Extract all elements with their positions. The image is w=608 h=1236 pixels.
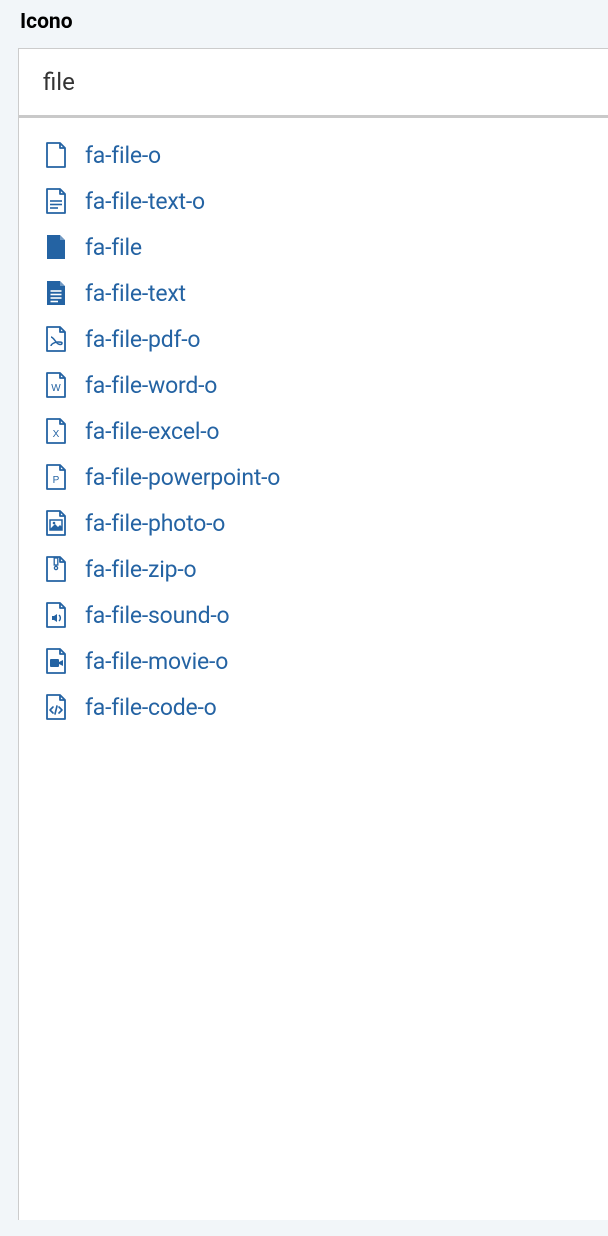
icon-option-file-pdf-o[interactable]: fa-file-pdf-o: [41, 316, 608, 362]
file-excel-o-icon: X: [41, 417, 71, 445]
icon-option-label: fa-file-code-o: [85, 694, 217, 721]
search-row: [19, 49, 608, 118]
icon-option-file-sound-o[interactable]: fa-file-sound-o: [41, 592, 608, 638]
svg-text:W: W: [51, 383, 61, 394]
column-header: Icono: [0, 0, 608, 48]
icon-option-label: fa-file-word-o: [85, 372, 217, 399]
icon-option-file[interactable]: fa-file: [41, 224, 608, 270]
icon-option-file-code-o[interactable]: fa-file-code-o: [41, 684, 608, 730]
icon-option-label: fa-file-powerpoint-o: [85, 464, 280, 491]
file-o-icon: [41, 141, 71, 169]
svg-text:P: P: [53, 475, 60, 486]
icon-option-label: fa-file-movie-o: [85, 648, 228, 675]
icon-option-file-text[interactable]: fa-file-text: [41, 270, 608, 316]
icon-option-label: fa-file-text: [85, 280, 186, 307]
icon-option-file-movie-o[interactable]: fa-file-movie-o: [41, 638, 608, 684]
icon-option-file-photo-o[interactable]: fa-file-photo-o: [41, 500, 608, 546]
svg-text:X: X: [53, 429, 60, 440]
icon-option-file-excel-o[interactable]: Xfa-file-excel-o: [41, 408, 608, 454]
icon-picker-panel: fa-file-o fa-file-text-o fa-file fa-file-te…: [18, 48, 608, 1220]
icon-option-file-word-o[interactable]: Wfa-file-word-o: [41, 362, 608, 408]
file-movie-o-icon: [41, 647, 71, 675]
search-input[interactable]: [41, 67, 608, 97]
icon-option-label: fa-file-photo-o: [85, 510, 225, 537]
file-icon: [41, 233, 71, 261]
icon-option-file-powerpoint-o[interactable]: Pfa-file-powerpoint-o: [41, 454, 608, 500]
file-text-icon: [41, 279, 71, 307]
icon-option-file-text-o[interactable]: fa-file-text-o: [41, 178, 608, 224]
icon-option-label: fa-file-excel-o: [85, 418, 219, 445]
file-zip-o-icon: [41, 555, 71, 583]
icon-option-file-zip-o[interactable]: fa-file-zip-o: [41, 546, 608, 592]
file-text-o-icon: [41, 187, 71, 215]
file-sound-o-icon: [41, 601, 71, 629]
file-pdf-o-icon: [41, 325, 71, 353]
icon-list: fa-file-o fa-file-text-o fa-file fa-file-te…: [19, 118, 608, 1220]
icon-option-file-o[interactable]: fa-file-o: [41, 132, 608, 178]
file-word-o-icon: W: [41, 371, 71, 399]
file-photo-o-icon: [41, 509, 71, 537]
icon-option-label: fa-file-pdf-o: [85, 326, 200, 353]
icon-option-label: fa-file-zip-o: [85, 556, 196, 583]
file-powerpoint-o-icon: P: [41, 463, 71, 491]
icon-option-label: fa-file-o: [85, 142, 161, 169]
icon-option-label: fa-file: [85, 234, 142, 261]
icon-option-label: fa-file-text-o: [85, 188, 205, 215]
icon-option-label: fa-file-sound-o: [85, 602, 229, 629]
file-code-o-icon: [41, 693, 71, 721]
